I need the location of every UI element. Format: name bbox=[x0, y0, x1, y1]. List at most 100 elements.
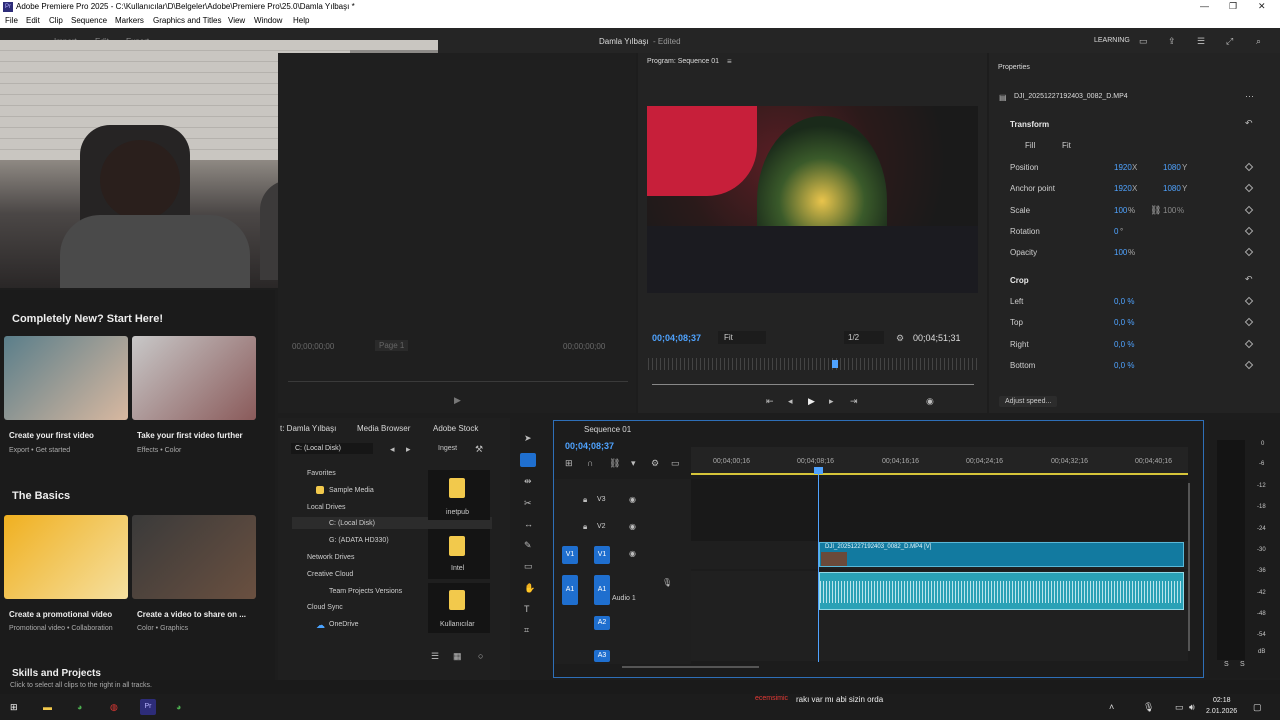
source-patch-a1[interactable]: A1 bbox=[562, 575, 578, 605]
timeline-timecode[interactable]: 00;04;08;37 bbox=[565, 441, 614, 451]
horizontal-scrollbar[interactable] bbox=[622, 666, 759, 668]
slip-icon[interactable]: ↔ bbox=[524, 519, 533, 529]
tree-sample-media[interactable]: Sample Media bbox=[329, 487, 374, 494]
program-playhead[interactable] bbox=[832, 360, 838, 368]
eye-icon[interactable]: ◉ bbox=[629, 495, 636, 505]
eye-icon[interactable]: ◉ bbox=[629, 549, 636, 559]
track-v2[interactable]: V2 bbox=[597, 523, 606, 530]
caption-icon[interactable]: ⌗ bbox=[524, 625, 529, 635]
menu-view[interactable]: View bbox=[228, 16, 245, 25]
source-scrub-bar[interactable] bbox=[288, 381, 628, 382]
share-icon[interactable]: ⇪ bbox=[1168, 36, 1176, 46]
menu-graphics[interactable]: Graphics and Titles bbox=[153, 16, 221, 25]
menu-window[interactable]: Window bbox=[254, 16, 282, 25]
crop-right-value[interactable]: 0,0 % bbox=[1114, 340, 1134, 349]
work-area-bar[interactable] bbox=[691, 473, 1188, 475]
reset-transform-icon[interactable]: ↶ bbox=[1245, 118, 1253, 128]
source-play-icon[interactable]: ▶ bbox=[454, 395, 461, 405]
lock-icon[interactable]: 🔒︎ bbox=[583, 522, 587, 532]
volume-icon[interactable]: 🔊︎ bbox=[1189, 702, 1195, 712]
notification-icon[interactable]: ▢ bbox=[1253, 702, 1262, 712]
program-play-icon[interactable]: ▶ bbox=[808, 396, 815, 406]
tree-creative-cloud[interactable]: Creative Cloud bbox=[307, 571, 353, 578]
pen-icon[interactable]: ✎ bbox=[524, 540, 532, 550]
tree-team-projects[interactable]: Team Projects Versions bbox=[329, 588, 402, 595]
program-menu-icon[interactable]: ≡ bbox=[727, 57, 732, 67]
panels-icon[interactable]: ☰ bbox=[1197, 36, 1205, 46]
restore-icon[interactable]: ❐ bbox=[1229, 1, 1237, 12]
ripple-edit-icon[interactable]: ⇹ bbox=[524, 476, 532, 486]
tree-network-drives[interactable]: Network Drives bbox=[307, 554, 354, 561]
menu-help[interactable]: Help bbox=[293, 16, 309, 25]
type-icon[interactable]: T bbox=[524, 604, 530, 614]
list-view-icon[interactable]: ☰ bbox=[431, 651, 439, 661]
linked-select-icon[interactable]: ⛓ bbox=[609, 458, 620, 468]
workspace-icon[interactable]: ▭ bbox=[1139, 36, 1148, 46]
time-ruler[interactable] bbox=[691, 447, 1188, 475]
chrome-profile-icon[interactable]: ◕ bbox=[176, 702, 181, 712]
sequence-tab[interactable]: Sequence 01 bbox=[584, 425, 631, 434]
program-zoom-bar[interactable] bbox=[652, 384, 974, 385]
program-timecode[interactable]: 00;04;08;37 bbox=[652, 333, 701, 343]
tab-media-browser[interactable]: Media Browser bbox=[357, 424, 410, 433]
link-icon[interactable]: ⛓ bbox=[1150, 205, 1161, 215]
snap-icon[interactable]: ∩ bbox=[587, 458, 593, 468]
frame-forward-icon[interactable]: ▸ bbox=[829, 396, 834, 406]
forward-icon[interactable]: ▸ bbox=[406, 444, 411, 454]
solo-left[interactable]: S bbox=[1224, 661, 1229, 668]
tab-adobe-stock[interactable]: Adobe Stock bbox=[433, 424, 478, 433]
more-icon[interactable]: ⋯ bbox=[1245, 91, 1254, 101]
explorer-icon[interactable]: ▬ bbox=[43, 702, 52, 712]
tree-onedrive[interactable]: OneDrive bbox=[329, 621, 359, 628]
fit-select[interactable]: Fit bbox=[718, 331, 766, 344]
tutorial-title-1[interactable]: Create your first video bbox=[9, 431, 94, 440]
opacity-value[interactable]: 100 bbox=[1114, 248, 1127, 257]
source-patch-v1[interactable]: V1 bbox=[562, 546, 578, 564]
rotation-value[interactable]: 0 bbox=[1114, 227, 1118, 236]
lock-icon[interactable]: 🔒︎ bbox=[583, 495, 587, 505]
position-y[interactable]: 1080 bbox=[1163, 163, 1181, 172]
tutorial-title-2[interactable]: Take your first video further bbox=[137, 431, 243, 440]
marker-icon[interactable]: ▾ bbox=[631, 458, 636, 468]
hand-icon[interactable]: ✋ bbox=[524, 583, 535, 593]
menu-edit[interactable]: Edit bbox=[26, 16, 40, 25]
scale-value[interactable]: 100 bbox=[1114, 206, 1127, 215]
taskbar-time[interactable]: 02:18 bbox=[1213, 697, 1231, 704]
crop-top-value[interactable]: 0,0 % bbox=[1114, 318, 1134, 327]
tree-g-drive[interactable]: G: (ADATA HD330) bbox=[329, 537, 389, 544]
adjust-speed-button[interactable]: Adjust speed... bbox=[999, 396, 1058, 407]
transform-header[interactable]: Transform bbox=[1010, 120, 1049, 129]
learning-label[interactable]: LEARNING bbox=[1094, 37, 1130, 44]
tutorial-thumb-1[interactable] bbox=[4, 336, 128, 420]
track-a1[interactable]: A1 bbox=[594, 575, 610, 605]
menu-file[interactable]: File bbox=[5, 16, 18, 25]
properties-tab[interactable]: Properties bbox=[998, 64, 1030, 71]
track-a3[interactable]: A3 bbox=[594, 650, 610, 662]
vertical-scrollbar[interactable] bbox=[1188, 483, 1190, 651]
frame-back-icon[interactable]: ◂ bbox=[788, 396, 793, 406]
playhead-handle[interactable] bbox=[814, 467, 823, 474]
menu-clip[interactable]: Clip bbox=[49, 16, 63, 25]
eye-icon[interactable]: ◉ bbox=[629, 522, 636, 532]
mic-icon[interactable]: 🎙︎ bbox=[662, 578, 672, 588]
browser-icon[interactable]: ◍ bbox=[110, 702, 118, 712]
position-x[interactable]: 1920 bbox=[1114, 163, 1132, 172]
tree-cloud-sync[interactable]: Cloud Sync bbox=[307, 604, 343, 611]
selection-tool-icon[interactable]: ➤ bbox=[524, 433, 532, 443]
network-icon[interactable]: ▭ bbox=[1175, 702, 1184, 712]
reset-crop-icon[interactable]: ↶ bbox=[1245, 274, 1253, 284]
settings-icon[interactable]: ⚙ bbox=[651, 458, 659, 468]
resolution-select[interactable]: 1/2 bbox=[844, 331, 884, 344]
tutorial-thumb-2[interactable] bbox=[132, 336, 256, 420]
drive-select[interactable]: C: (Local Disk) bbox=[291, 443, 373, 454]
video-clip[interactable]: DJI_20251227192403_0082_D.MP4 [V] bbox=[819, 542, 1184, 567]
search-icon[interactable]: ⌕ bbox=[1256, 36, 1261, 46]
track-a2[interactable]: A2 bbox=[594, 616, 610, 630]
audio-clip[interactable] bbox=[819, 572, 1184, 610]
camera-icon[interactable]: ◉ bbox=[926, 396, 934, 406]
ingest-checkbox[interactable]: Ingest bbox=[438, 445, 457, 452]
track-v1[interactable]: V1 bbox=[594, 546, 610, 564]
anchor-y[interactable]: 1080 bbox=[1163, 184, 1181, 193]
wrench-icon[interactable]: ⚒ bbox=[475, 444, 483, 454]
crop-bottom-value[interactable]: 0,0 % bbox=[1114, 361, 1134, 370]
